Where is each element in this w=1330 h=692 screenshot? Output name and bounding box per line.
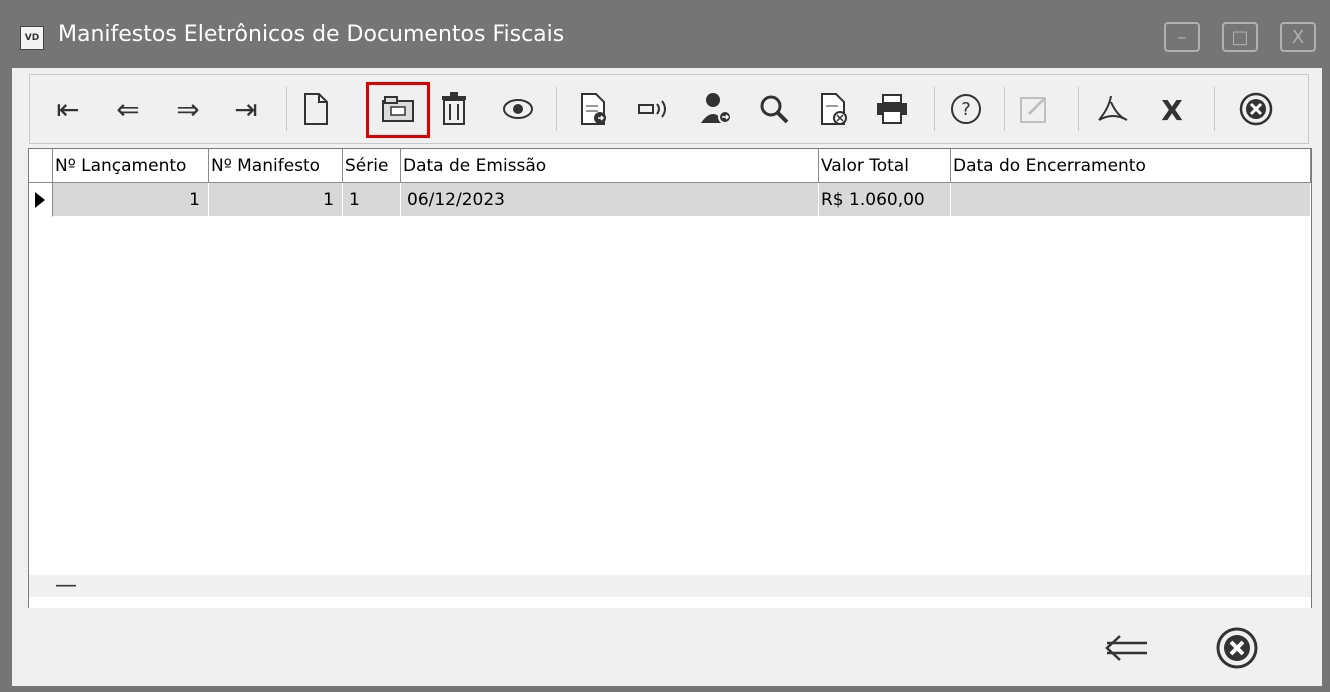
col-header-manifesto[interactable]: Nº Manifesto — [209, 149, 343, 183]
col-header-data-encerramento[interactable]: Data do Encerramento — [951, 149, 1311, 183]
search-icon[interactable] — [754, 89, 794, 129]
new-document-icon[interactable] — [296, 89, 336, 129]
document-cancel-icon[interactable] — [814, 89, 854, 129]
toolbar-separator — [1004, 87, 1005, 131]
toolbar-separator — [556, 87, 557, 131]
grid-footer: — — [29, 573, 1311, 598]
title-bar[interactable]: VD Manifestos Eletrônicos de Documentos … — [0, 0, 1330, 68]
trash-icon[interactable] — [434, 89, 474, 129]
minimize-button[interactable]: – — [1164, 22, 1200, 52]
cell-data-encerramento[interactable] — [951, 183, 1311, 217]
col-header-lancamento[interactable]: Nº Lançamento — [53, 149, 209, 183]
footer-mark: — — [55, 573, 77, 598]
pdf-icon[interactable] — [1092, 89, 1132, 129]
toolbar-separator — [286, 87, 287, 131]
back-arrow-icon[interactable] — [1102, 623, 1152, 673]
cell-data-emissao[interactable]: 06/12/2023 — [401, 183, 819, 217]
svg-text:?: ? — [961, 99, 971, 120]
cell-lancamento[interactable]: 1 — [53, 183, 209, 217]
col-header-data-emissao[interactable]: Data de Emissão — [401, 149, 819, 183]
prev-record-icon[interactable]: ⇐ — [108, 89, 148, 129]
svg-text:X: X — [1161, 94, 1183, 124]
row-indicator-header — [29, 149, 53, 183]
app-icon: VD — [20, 26, 44, 50]
window-title: Manifestos Eletrônicos de Documentos Fis… — [58, 22, 565, 47]
toolbar-separator — [1214, 87, 1215, 131]
toolbar: ⇤ ⇐ ⇒ ⇥ ? X — [29, 74, 1309, 144]
close-window-button[interactable]: X — [1280, 22, 1316, 52]
cell-serie[interactable]: 1 — [343, 183, 401, 217]
cell-manifesto[interactable]: 1 — [209, 183, 343, 217]
transmit-signal-icon[interactable] — [634, 89, 674, 129]
window: VD Manifestos Eletrônicos de Documentos … — [0, 0, 1330, 692]
manifest-grid[interactable]: Nº Lançamento Nº Manifesto Série Data de… — [28, 148, 1312, 668]
close-icon[interactable] — [1236, 89, 1276, 129]
next-record-icon[interactable]: ⇒ — [168, 89, 208, 129]
view-eye-icon[interactable] — [498, 89, 538, 129]
user-arrow-icon[interactable] — [696, 89, 736, 129]
edit-disabled-icon — [1014, 89, 1054, 129]
exit-icon[interactable] — [1212, 623, 1262, 673]
help-icon[interactable]: ? — [946, 89, 986, 129]
toolbar-separator — [1078, 87, 1079, 131]
printer-icon[interactable] — [872, 89, 912, 129]
maximize-button[interactable]: □ — [1222, 22, 1258, 52]
col-header-valor-total[interactable]: Valor Total — [819, 149, 951, 183]
excel-icon[interactable]: X — [1152, 89, 1192, 129]
last-record-icon[interactable]: ⇥ — [226, 89, 266, 129]
col-header-serie[interactable]: Série — [343, 149, 401, 183]
row-indicator[interactable] — [29, 183, 53, 217]
toolbar-separator — [934, 87, 935, 131]
first-record-icon[interactable]: ⇤ — [48, 89, 88, 129]
cell-valor-total[interactable]: R$ 1.060,00 — [819, 183, 951, 217]
client-area: ⇤ ⇐ ⇒ ⇥ ? X Nº Lançamento Nº Manifesto S… — [12, 68, 1322, 686]
open-folder-icon[interactable] — [378, 89, 418, 129]
document-send-icon[interactable] — [574, 89, 614, 129]
